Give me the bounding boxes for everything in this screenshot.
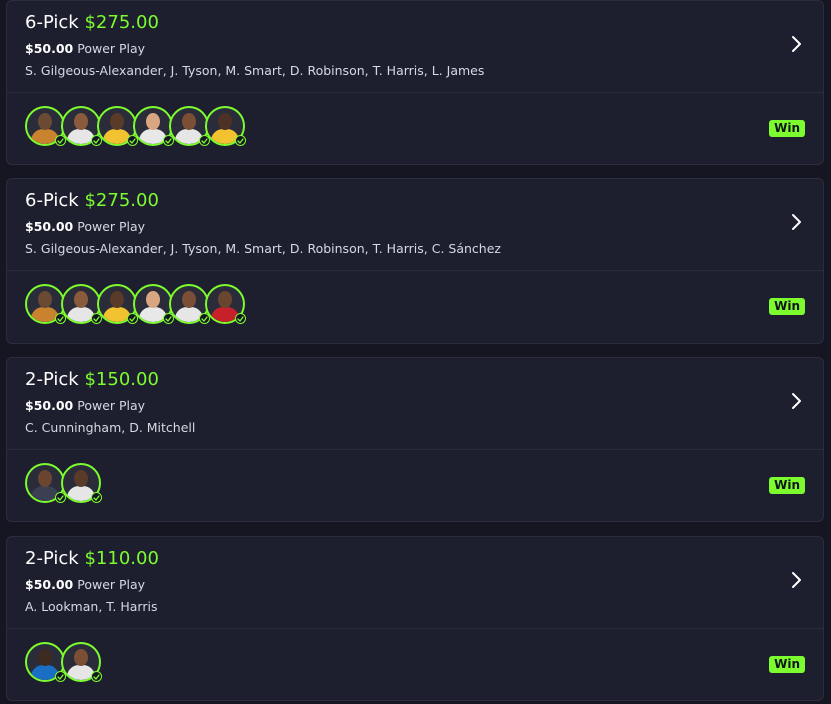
check-icon <box>91 492 102 503</box>
payout-amount: $150.00 <box>84 369 159 390</box>
chevron-right-icon[interactable] <box>789 212 803 232</box>
entry-card[interactable]: 2-Pick $150.00 $50.00 Power Play C. Cunn… <box>6 357 824 522</box>
entry-headline: 6-Pick $275.00 <box>25 189 159 213</box>
entry-header: 6-Pick $275.00 $50.00 Power Play S. Gilg… <box>7 1 823 93</box>
play-type-label: Power Play <box>77 219 146 234</box>
chevron-right-icon[interactable] <box>789 391 803 411</box>
check-icon <box>55 135 66 146</box>
check-icon <box>163 313 174 324</box>
entries-list: 6-Pick $275.00 $50.00 Power Play S. Gilg… <box>0 0 831 704</box>
check-icon <box>235 313 246 324</box>
wager-amount: $50.00 <box>25 398 74 413</box>
check-icon <box>127 313 138 324</box>
entry-footer: Win <box>7 93 823 164</box>
entry-card[interactable]: 6-Pick $275.00 $50.00 Power Play S. Gilg… <box>6 0 824 165</box>
check-icon <box>55 671 66 682</box>
check-icon <box>91 671 102 682</box>
wager-line: $50.00 Power Play <box>25 397 145 415</box>
payout-amount: $275.00 <box>84 190 159 211</box>
win-badge: Win <box>769 120 805 137</box>
entry-footer: Win <box>7 450 823 521</box>
wager-amount: $50.00 <box>25 41 74 56</box>
chevron-right-icon[interactable] <box>789 570 803 590</box>
wager-amount: $50.00 <box>25 219 74 234</box>
payout-amount: $275.00 <box>84 12 159 33</box>
pick-count-label: 2-Pick <box>25 369 79 390</box>
entry-footer: Win <box>7 629 823 700</box>
pick-count-label: 6-Pick <box>25 190 79 211</box>
play-type-label: Power Play <box>77 398 146 413</box>
wager-line: $50.00 Power Play <box>25 218 145 236</box>
win-badge: Win <box>769 656 805 673</box>
entry-headline: 2-Pick $150.00 <box>25 368 159 392</box>
win-badge: Win <box>769 298 805 315</box>
check-icon <box>91 135 102 146</box>
check-icon <box>55 313 66 324</box>
play-type-label: Power Play <box>77 577 146 592</box>
check-icon <box>91 313 102 324</box>
entry-card[interactable]: 6-Pick $275.00 $50.00 Power Play S. Gilg… <box>6 178 824 344</box>
entry-footer: Win <box>7 271 823 343</box>
players-list: C. Cunningham, D. Mitchell <box>25 420 196 435</box>
payout-amount: $110.00 <box>84 548 159 569</box>
entry-headline: 2-Pick $110.00 <box>25 547 159 571</box>
wager-amount: $50.00 <box>25 577 74 592</box>
check-icon <box>55 492 66 503</box>
check-icon <box>199 313 210 324</box>
wager-line: $50.00 Power Play <box>25 576 145 594</box>
check-icon <box>163 135 174 146</box>
players-list: S. Gilgeous-Alexander, J. Tyson, M. Smar… <box>25 63 485 78</box>
check-icon <box>127 135 138 146</box>
pick-count-label: 2-Pick <box>25 548 79 569</box>
entry-header: 2-Pick $150.00 $50.00 Power Play C. Cunn… <box>7 358 823 450</box>
chevron-right-icon[interactable] <box>789 34 803 54</box>
players-list: S. Gilgeous-Alexander, J. Tyson, M. Smar… <box>25 241 501 256</box>
play-type-label: Power Play <box>77 41 146 56</box>
check-icon <box>199 135 210 146</box>
entry-header: 2-Pick $110.00 $50.00 Power Play A. Look… <box>7 537 823 629</box>
entry-headline: 6-Pick $275.00 <box>25 11 159 35</box>
wager-line: $50.00 Power Play <box>25 40 145 58</box>
pick-count-label: 6-Pick <box>25 12 79 33</box>
win-badge: Win <box>769 477 805 494</box>
players-list: A. Lookman, T. Harris <box>25 599 158 614</box>
check-icon <box>235 135 246 146</box>
entry-card[interactable]: 2-Pick $110.00 $50.00 Power Play A. Look… <box>6 536 824 701</box>
entry-header: 6-Pick $275.00 $50.00 Power Play S. Gilg… <box>7 179 823 271</box>
